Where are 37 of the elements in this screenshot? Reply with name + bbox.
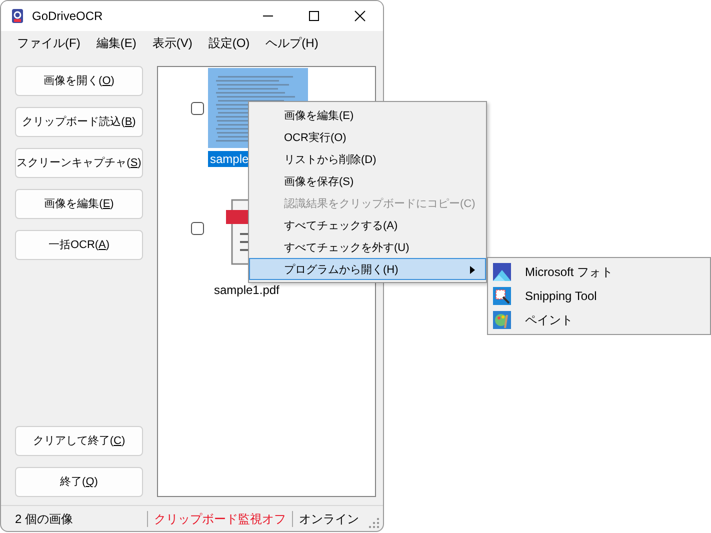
window-title: GoDriveOCR (32, 9, 104, 23)
side-button[interactable]: クリアして終了(C) (15, 426, 143, 456)
checkbox[interactable] (191, 102, 204, 115)
close-icon[interactable] (354, 10, 366, 22)
side-button[interactable]: クリップボード読込(B) (15, 107, 143, 137)
menu-item[interactable]: 編集(E) (88, 34, 144, 52)
menu-item[interactable]: すべてチェックする(A) (249, 214, 486, 236)
paint-app-icon (493, 311, 511, 329)
side-button[interactable]: 画像を開く(O) (15, 66, 143, 96)
status-text: オンライン (292, 510, 365, 526)
file-name[interactable]: sample (208, 151, 251, 167)
menu-item[interactable]: 画像を保存(S) (249, 170, 486, 192)
menu-item[interactable]: 画像を編集(E) (249, 104, 486, 126)
side-button[interactable]: 画像を編集(E) (15, 189, 143, 219)
file-name[interactable]: sample1.pdf (212, 282, 282, 298)
app-icon (11, 9, 24, 23)
menu-item[interactable]: Snipping Tool (488, 284, 710, 308)
side-button[interactable]: 終了(Q) (15, 467, 143, 497)
side-button[interactable]: 一括OCR(A) (15, 230, 143, 260)
menu-item[interactable]: OCR実行(O) (249, 126, 486, 148)
menu-item[interactable]: Microsoft フォト (488, 260, 710, 284)
side-button[interactable]: スクリーンキャプチャ(S) (15, 148, 143, 178)
menu-item[interactable]: プログラムから開く(H) (249, 258, 486, 280)
menu-item[interactable]: ファイル(F) (9, 34, 88, 52)
maximize-icon[interactable] (308, 10, 320, 22)
menu-item[interactable]: リストから削除(D) (249, 148, 486, 170)
photos-app-icon (493, 263, 511, 281)
menu-item[interactable]: ヘルプ(H) (258, 34, 326, 52)
menu-item[interactable]: 設定(O) (200, 34, 258, 52)
menu-item[interactable]: すべてチェックを外す(U) (249, 236, 486, 258)
menu-item[interactable]: 表示(V) (144, 34, 200, 52)
status-text: クリップボード監視オフ (147, 510, 292, 526)
checkbox[interactable] (191, 222, 204, 235)
status-text: 2 個の画像 (15, 510, 74, 526)
resize-grip-icon[interactable] (369, 518, 379, 528)
snipping-app-icon (493, 287, 511, 305)
menu-item[interactable]: ペイント (488, 308, 710, 332)
